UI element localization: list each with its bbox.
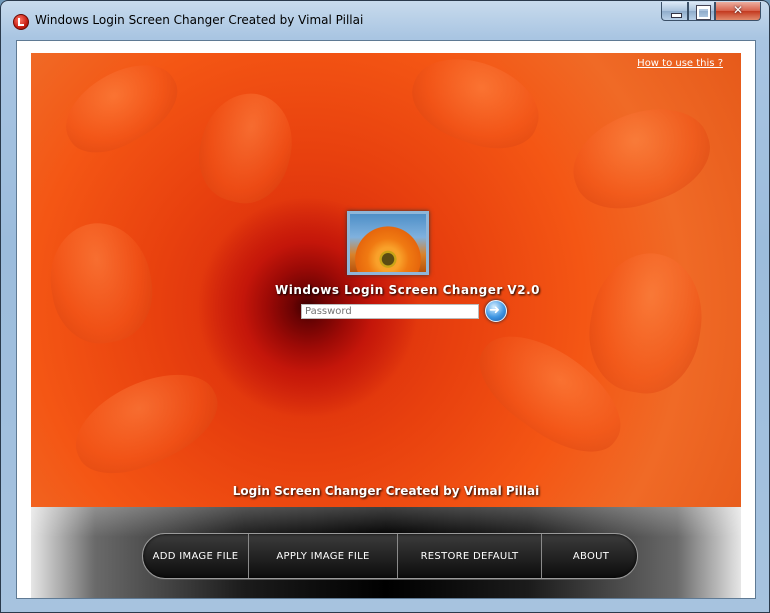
petal-decoration [401,53,551,163]
restore-default-button[interactable]: RESTORE DEFAULT [398,534,542,578]
maximize-icon [696,5,711,20]
petal-decoration [559,91,723,225]
petal-decoration [61,355,231,491]
action-toolbar: ADD IMAGE FILE APPLY IMAGE FILE RESTORE … [142,533,638,579]
apply-image-file-button[interactable]: APPLY IMAGE FILE [249,534,398,578]
app-logo-icon [13,14,29,30]
add-image-file-button[interactable]: ADD IMAGE FILE [143,534,249,578]
app-window: Windows Login Screen Changer Created by … [0,0,770,613]
button-panel: ADD IMAGE FILE APPLY IMAGE FILE RESTORE … [31,507,741,598]
title-bar[interactable]: Windows Login Screen Changer Created by … [1,1,769,41]
petal-decoration [188,83,304,213]
maximize-button[interactable] [688,2,715,21]
login-screen-preview: How to use this ? Windows Login Screen C… [31,53,741,507]
arrow-right-icon[interactable] [485,300,507,322]
window-controls: ✕ [661,2,761,22]
credit-text: Login Screen Changer Created by Vimal Pi… [232,484,540,498]
minimize-button[interactable] [661,2,688,21]
minimize-icon [671,13,682,18]
petal-decoration [51,53,191,169]
about-button[interactable]: ABOUT [542,534,637,578]
petal-decoration [579,244,713,402]
how-to-use-link[interactable]: How to use this ? [637,58,723,69]
window-title: Windows Login Screen Changer Created by … [35,13,364,27]
password-field[interactable] [301,304,479,319]
close-button[interactable]: ✕ [715,2,761,21]
preview-app-title: Windows Login Screen Changer V2.0 [275,283,540,297]
petal-decoration [41,215,161,351]
client-area: How to use this ? Windows Login Screen C… [16,40,756,599]
user-picture-thumbnail [347,211,429,275]
close-icon: ✕ [732,3,744,17]
